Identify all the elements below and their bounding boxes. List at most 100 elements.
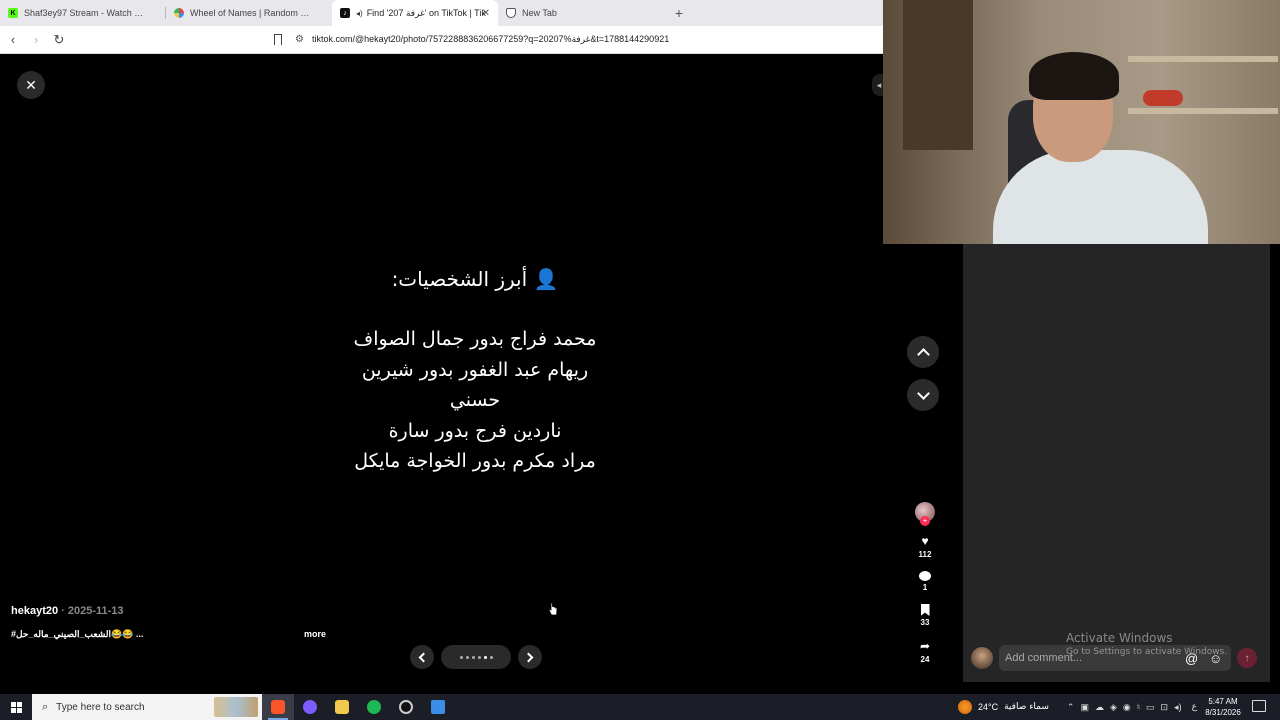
watermark-title: Activate Windows	[1066, 631, 1173, 645]
author-name[interactable]: hekayt20	[11, 605, 58, 617]
webcam-person-hair	[1029, 52, 1119, 100]
more-link[interactable]: more	[304, 629, 326, 639]
tray-app-icon[interactable]: ◉	[1123, 702, 1131, 713]
comment-panel	[963, 244, 1270, 682]
notification-icon[interactable]	[1252, 700, 1266, 712]
previous-video-button[interactable]	[907, 336, 939, 368]
tab-new-tab[interactable]: New Tab	[498, 0, 664, 26]
tray-app-icon[interactable]: ▣	[1080, 702, 1089, 713]
slide-dot[interactable]	[489, 655, 493, 659]
creator-avatar[interactable]: +	[915, 502, 935, 526]
webcam-shoe	[1143, 90, 1183, 106]
tab-label: New Tab	[522, 8, 557, 18]
slide-pager	[410, 645, 542, 669]
microphone-icon[interactable]: ♮	[1137, 702, 1140, 713]
screen: K Shaf3ey97 Stream - Watch Live on Ki Wh…	[0, 0, 1280, 720]
taskbar-search[interactable]: ⌕ Type here to search	[32, 694, 262, 720]
next-video-button[interactable]	[907, 379, 939, 411]
share-button[interactable]: ➦ 24	[920, 639, 930, 664]
webcam-shelf	[1128, 108, 1278, 114]
folder-icon	[335, 700, 349, 714]
windows-logo-icon	[10, 701, 22, 713]
close-viewer-button[interactable]: ✕	[17, 71, 45, 99]
start-button[interactable]	[0, 694, 32, 720]
tab-tiktok[interactable]: ♪ ◂) Find '207 غرفة' on TikTok | Tik ✕	[332, 0, 498, 26]
webcam-shelf	[1128, 56, 1278, 62]
system-clock[interactable]: 5:47 AM 8/31/2026	[1200, 696, 1246, 718]
url-field[interactable]: tiktok.com/@hekayt20/photo/7572288836206…	[312, 34, 669, 45]
slide-dot[interactable]	[459, 655, 463, 659]
taskbar-app-spotify[interactable]	[358, 694, 390, 720]
back-button[interactable]: ‹	[3, 30, 23, 50]
search-icon: ⌕	[42, 700, 49, 713]
watermark-subtitle: Go to Settings to activate Windows.	[1066, 647, 1228, 657]
taskbar-app-chrome-profile[interactable]	[294, 694, 326, 720]
tiktok-icon: ♪	[340, 8, 350, 18]
save-button[interactable]: 33	[920, 604, 930, 627]
tab-wheel-of-names[interactable]: Wheel of Names | Random name pic	[166, 0, 332, 26]
close-icon: ✕	[25, 76, 37, 93]
hand-cursor-icon	[548, 602, 558, 616]
site-settings-icon[interactable]: ⚙	[295, 34, 304, 45]
next-slide-button[interactable]	[518, 645, 542, 669]
weather-temp[interactable]: 24°C	[978, 702, 998, 712]
weather-sun-icon[interactable]	[958, 700, 972, 714]
slide-dot[interactable]	[465, 655, 469, 659]
address-bar: ‹ › ↻ ⚙ tiktok.com/@hekayt20/photo/75722…	[0, 26, 883, 54]
slide-line: محمد فراج بدور جمال الصواف	[353, 328, 597, 350]
slide-dots	[441, 645, 511, 669]
taskbar-app-file-explorer[interactable]	[326, 694, 358, 720]
bookmark-icon	[274, 34, 282, 45]
share-count: 24	[920, 655, 930, 664]
save-count: 33	[920, 618, 930, 627]
taskbar-app-brave[interactable]	[262, 694, 294, 720]
like-button[interactable]: ♥ 112	[919, 534, 932, 559]
send-comment-button[interactable]: ↑	[1237, 648, 1257, 668]
slide-dot[interactable]	[471, 655, 475, 659]
battery-icon[interactable]: ▭	[1146, 702, 1155, 713]
slide-line: ناردين فرج بدور سارة	[388, 419, 562, 442]
tray-app-icon[interactable]: ◈	[1110, 702, 1117, 713]
windows-taskbar: ⌕ Type here to search 24°C سماء صافية ⌃ …	[0, 694, 1280, 720]
tab-kick[interactable]: K Shaf3ey97 Stream - Watch Live on Ki	[0, 0, 166, 26]
bookmark-button[interactable]	[269, 31, 287, 49]
brave-icon	[506, 8, 516, 18]
slide-dot-active[interactable]	[483, 655, 487, 659]
tray-chevron-up-icon[interactable]: ⌃	[1067, 702, 1075, 713]
follow-plus-icon[interactable]: +	[920, 516, 930, 526]
close-tab-icon[interactable]: ✕	[482, 8, 490, 19]
slide-content: 👤 أبرز الشخصيات: محمد فراج بدور جمال الص…	[300, 264, 650, 477]
system-tray: 24°C سماء صافية ⌃ ▣ ☁ ◈ ◉ ♮ ▭ ⊡ ◂) ع	[958, 694, 1197, 720]
comment-button[interactable]: 1	[919, 571, 931, 592]
send-arrow-icon: ↑	[1244, 652, 1250, 664]
brave-icon	[271, 700, 285, 714]
onedrive-icon[interactable]: ☁	[1095, 702, 1104, 713]
slide-dot[interactable]	[477, 655, 481, 659]
reload-icon: ↻	[53, 31, 65, 47]
taskbar-app-capture[interactable]	[390, 694, 422, 720]
chrome-profile-icon	[303, 700, 317, 714]
weather-text[interactable]: سماء صافية	[1004, 702, 1049, 712]
new-tab-button[interactable]: +	[668, 2, 690, 24]
app-window-icon	[431, 700, 445, 714]
tiktok-photo-viewer: ✕ ◂ 👤 أبرز الشخصيات: محمد فراج بدور جمال…	[0, 54, 963, 694]
taskbar-app-window[interactable]	[422, 694, 454, 720]
reload-button[interactable]: ↻	[49, 30, 69, 50]
tab-label: Shaf3ey97 Stream - Watch Live on Ki	[24, 8, 144, 18]
prev-slide-button[interactable]	[410, 645, 434, 669]
chevron-left-icon	[418, 652, 429, 662]
speaker-icon[interactable]: ◂)	[1174, 702, 1182, 713]
network-icon[interactable]: ⊡	[1161, 702, 1169, 713]
forward-button[interactable]: ›	[26, 30, 46, 50]
heart-icon: ♥	[921, 534, 929, 548]
chevron-right-icon	[523, 652, 534, 662]
chevron-down-icon	[916, 386, 930, 400]
activate-windows-watermark: Activate Windows Go to Settings to activ…	[1066, 631, 1227, 657]
webcam-door	[903, 0, 973, 150]
language-indicator[interactable]: ع	[1192, 702, 1197, 712]
slide-heading: 👤 أبرز الشخصيات:	[391, 267, 559, 291]
capture-icon	[399, 700, 413, 714]
chevron-up-icon	[916, 347, 930, 361]
speaker-icon[interactable]: ◂)	[356, 9, 363, 18]
volume-icon: ◂	[876, 79, 882, 90]
